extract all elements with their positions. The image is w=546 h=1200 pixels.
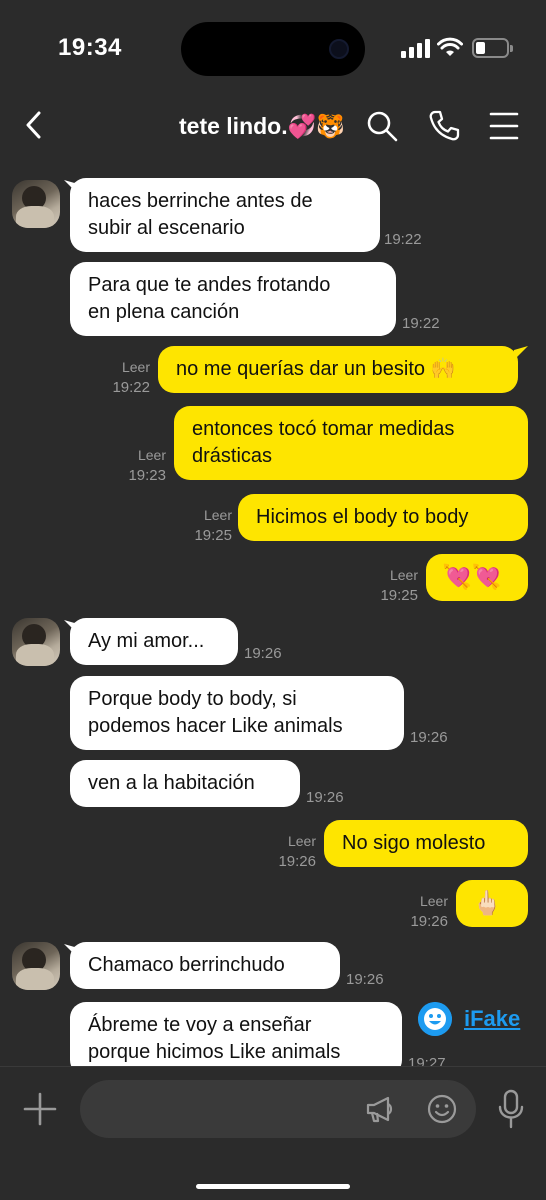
message-time: 19:23 — [128, 467, 166, 484]
message-bubble-incoming[interactable]: haces berrinche antes de subir al escena… — [70, 178, 380, 252]
message-bubble-outgoing[interactable]: Hicimos el body to body — [238, 494, 528, 541]
read-receipt: Leer — [203, 507, 232, 523]
megaphone-icon[interactable] — [364, 1093, 396, 1125]
message-time: 19:27 — [408, 1055, 446, 1066]
chat-title: tete lindo.💞🐯 — [179, 113, 345, 139]
watermark-label: iFake — [464, 1006, 521, 1031]
bubble-tail — [514, 346, 528, 360]
message-bubble-incoming[interactable]: Chamaco berrinchudo — [70, 942, 340, 989]
message-time: 19:22 — [384, 231, 422, 248]
input-bar — [0, 1066, 546, 1200]
message-time: 19:26 — [306, 789, 344, 806]
message-bubble-incoming[interactable]: Porque body to body, si podemos hacer Li… — [70, 676, 404, 750]
home-indicator — [196, 1184, 350, 1189]
message-bubble-outgoing[interactable]: 🖕🏻 — [456, 880, 528, 927]
signal-icon — [401, 38, 431, 58]
message-bubble-outgoing[interactable]: No sigo molesto — [324, 820, 528, 867]
battery-icon — [472, 38, 513, 58]
message-text: drásticas — [192, 445, 273, 467]
message-text: Chamaco berrinchudo — [88, 954, 285, 976]
microphone-icon[interactable] — [496, 1089, 526, 1129]
wifi-icon — [437, 37, 463, 56]
message-time: 19:22 — [402, 315, 440, 332]
message-bubble-outgoing[interactable]: 💘💘 — [426, 554, 528, 601]
message-time: 19:26 — [346, 971, 384, 988]
message-text: 🖕🏻 — [472, 890, 502, 917]
message-bubble-outgoing[interactable]: no me querías dar un besito 🙌 — [158, 346, 518, 393]
message-time: 19:26 — [244, 645, 282, 662]
read-receipt: Leer — [419, 893, 448, 909]
message-time: 19:25 — [380, 587, 418, 604]
message-text: No sigo molesto — [342, 832, 486, 854]
message-text: en plena canción — [88, 301, 240, 323]
dynamic-island — [181, 22, 365, 76]
avatar[interactable] — [12, 180, 60, 228]
status-bar: 19:34 — [0, 0, 546, 96]
read-receipt: Leer — [121, 359, 150, 375]
message-time: 19:26 — [278, 853, 316, 870]
message-list[interactable]: haces berrinche antes de subir al escena… — [0, 160, 546, 1066]
message-text: no me querías dar un besito 🙌 — [176, 358, 456, 380]
message-text: 💘💘 — [442, 564, 502, 591]
message-time: 19:25 — [194, 527, 232, 544]
plus-icon[interactable] — [22, 1091, 58, 1127]
read-receipt: Leer — [389, 567, 418, 583]
message-bubble-incoming[interactable]: ven a la habitación — [70, 760, 300, 807]
emoji-icon[interactable] — [426, 1093, 458, 1125]
phone-icon[interactable] — [426, 108, 462, 144]
message-text: entonces tocó tomar medidas — [192, 418, 455, 440]
search-icon[interactable] — [364, 108, 400, 144]
watermark: iFake — [418, 1002, 528, 1038]
smiley-logo-icon — [418, 1002, 452, 1036]
avatar[interactable] — [12, 942, 60, 990]
message-text: haces berrinche antes de — [88, 190, 313, 212]
camera-icon — [329, 39, 349, 59]
message-time: 19:26 — [410, 913, 448, 930]
chat-header: tete lindo.💞🐯 — [0, 96, 546, 160]
menu-icon[interactable] — [486, 108, 522, 144]
message-text: podemos hacer Like animals — [88, 715, 343, 737]
message-text: subir al escenario — [88, 217, 245, 239]
read-receipt: Leer — [137, 447, 166, 463]
message-bubble-incoming[interactable]: Ábreme te voy a enseñar porque hicimos L… — [70, 1002, 402, 1066]
message-text: porque hicimos Like animals — [88, 1041, 341, 1063]
message-bubble-incoming[interactable]: Para que te andes frotando en plena canc… — [70, 262, 396, 336]
message-text: Hicimos el body to body — [256, 506, 469, 528]
message-text: Ábreme te voy a enseñar — [88, 1014, 312, 1036]
read-receipt: Leer — [287, 833, 316, 849]
message-time: 19:22 — [112, 379, 150, 396]
message-field[interactable] — [80, 1080, 476, 1138]
message-bubble-outgoing[interactable]: entonces tocó tomar medidas drásticas — [174, 406, 528, 480]
chevron-left-icon[interactable] — [20, 108, 50, 142]
message-bubble-incoming[interactable]: Ay mi amor... — [70, 618, 238, 665]
message-text: ven a la habitación — [88, 772, 255, 794]
message-time: 19:26 — [410, 729, 448, 746]
message-text: Porque body to body, si — [88, 688, 297, 710]
avatar[interactable] — [12, 618, 60, 666]
status-time: 19:34 — [58, 34, 122, 61]
message-text: Para que te andes frotando — [88, 274, 331, 296]
message-input[interactable] — [100, 1094, 360, 1124]
message-text: Ay mi amor... — [88, 630, 205, 652]
